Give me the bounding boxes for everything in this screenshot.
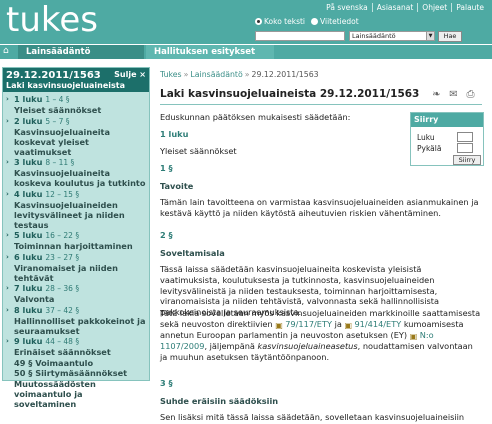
chevron-down-icon[interactable]: ▼ xyxy=(426,32,434,40)
toc-item[interactable]: › 7 luku 28 – 36 § Valvonta xyxy=(6,283,146,304)
section-2-text-2: Tätä lakia sovelletaan myös kasvinsuojel… xyxy=(160,308,481,362)
tukes-logo[interactable]: tukes xyxy=(6,0,98,40)
breadcrumb-home[interactable]: Tukes xyxy=(160,70,182,79)
tab-government-proposals[interactable]: Hallituksen esitykset xyxy=(146,45,274,59)
goto-chapter-label: Luku xyxy=(417,133,435,142)
home-icon[interactable]: ⌂ xyxy=(3,47,12,56)
toc-item[interactable]: › 5 luku 16 – 22 § Toiminnan harjoittamine… xyxy=(6,230,146,251)
link-swedish[interactable]: På svenska xyxy=(322,3,372,12)
directive-link-2[interactable]: 91/414/ETY xyxy=(354,319,401,329)
toc-item[interactable]: › 8 luku 37 – 42 § Hallinnolliset pakkokei… xyxy=(6,305,146,336)
section-1-text: Tämän lain tavoitteena on varmistaa kasv… xyxy=(160,197,479,218)
document-icon: ▣ xyxy=(275,320,283,330)
toc-item[interactable]: › 6 luku 23 – 27 § Viranomaiset ja niiden … xyxy=(6,252,146,283)
link-help[interactable]: Ohjeet xyxy=(417,3,451,12)
category-select[interactable]: Lainsäädäntö ▼ xyxy=(349,31,435,41)
goto-section-input[interactable] xyxy=(457,143,473,153)
breadcrumb: Tukes» Lainsäädäntö» 29.12.2011/1563 xyxy=(160,70,319,79)
header: tukes På svenska Asiasanat Ohjeet Palaut… xyxy=(0,0,492,44)
section-3-heading: Suhde eräisiin säädöksiin xyxy=(160,396,279,406)
section-3-text: Sen lisäksi mitä tässä laissa säädetään,… xyxy=(160,412,465,424)
sidebar-header: 29.12.2011/1563 Sulje × Laki kasvinsuoje… xyxy=(3,68,149,92)
section-1-heading: Tavoite xyxy=(160,181,194,191)
tab-legislation[interactable]: Lainsäädäntö xyxy=(18,45,144,59)
directive-link-1[interactable]: 79/117/ETY xyxy=(285,319,332,329)
radio-references-input[interactable] xyxy=(311,18,319,25)
section-2-link[interactable]: 2 § xyxy=(160,230,173,240)
title-divider xyxy=(160,104,482,105)
breadcrumb-legislation[interactable]: Lainsäädäntö xyxy=(190,70,242,79)
arrow-icon: › xyxy=(6,95,9,103)
chapter-1-link[interactable]: 1 luku xyxy=(160,129,188,139)
arrow-icon: › xyxy=(6,252,9,261)
toc-item[interactable]: › 9 luku 44 – 48 § Erinäiset säännökset xyxy=(6,336,146,357)
arrow-icon: › xyxy=(6,231,9,239)
document-tools: ❧ ✉ ⎙ xyxy=(430,88,477,101)
goto-box: Siirry Luku Pykälä Siirry xyxy=(410,112,484,166)
goto-chapter-input[interactable] xyxy=(457,132,473,142)
section-3-link[interactable]: 3 § xyxy=(160,378,173,388)
page-title: Laki kasvinsuojeluaineista 29.12.2011/15… xyxy=(160,88,420,100)
radio-full-text[interactable]: Koko teksti xyxy=(255,17,305,26)
toc-item[interactable]: › 1 luku 1 – 4 § Yleiset säännökset xyxy=(6,94,146,115)
toc-sidebar: 29.12.2011/1563 Sulje × Laki kasvinsuoje… xyxy=(2,67,150,409)
toc-item[interactable]: Muutossäädösten voimaantulo ja soveltami… xyxy=(8,379,146,409)
toc-item[interactable]: 50 § Siirtymäsäännökset xyxy=(8,368,146,378)
chapter-1-title: Yleiset säännökset xyxy=(160,146,237,156)
radio-full-text-input[interactable] xyxy=(255,18,262,25)
radio-references[interactable]: Viitetiedot xyxy=(311,17,359,26)
goto-title: Siirry xyxy=(411,113,483,127)
link-keywords[interactable]: Asiasanat xyxy=(371,3,418,12)
arrow-icon: › xyxy=(6,158,9,166)
arrow-icon: › xyxy=(6,116,9,125)
goto-section-label: Pykälä xyxy=(417,144,442,153)
toc-list: › 1 luku 1 – 4 § Yleiset säännökset › 2 luk… xyxy=(3,92,149,409)
breadcrumb-current: 29.12.2011/1563 xyxy=(251,70,319,79)
section-2-heading: Soveltamisala xyxy=(160,248,225,258)
top-links: På svenska Asiasanat Ohjeet Palaute xyxy=(322,3,488,12)
toc-item[interactable]: › 3 luku 8 – 11 § Kasvinsuojeluaineita kos… xyxy=(6,157,146,188)
search-scope: Koko teksti Viitetiedot xyxy=(255,17,359,26)
toc-item[interactable]: › 4 luku 12 – 15 § Kasvinsuojeluaineiden l… xyxy=(6,189,146,230)
goto-button[interactable]: Siirry xyxy=(453,155,481,165)
email-icon[interactable]: ✉ xyxy=(447,88,460,101)
intro-text: Eduskunnan päätöksen mukaisesti säädetää… xyxy=(160,112,351,122)
arrow-icon: › xyxy=(6,284,9,292)
arrow-icon: › xyxy=(6,337,9,345)
link-feedback[interactable]: Palaute xyxy=(451,3,488,12)
main-nav: ⌂ Lainsäädäntö Hallituksen esitykset xyxy=(0,44,492,59)
section-1-link[interactable]: 1 § xyxy=(160,163,173,173)
search-input[interactable] xyxy=(255,31,345,41)
close-button[interactable]: Sulje × xyxy=(114,70,146,79)
search-button[interactable]: Hae xyxy=(438,31,462,42)
document-icon[interactable]: ❧ xyxy=(430,88,443,101)
arrow-icon: › xyxy=(6,305,9,314)
toc-item[interactable]: 49 § Voimaantulo xyxy=(8,358,146,368)
document-icon: ▣ xyxy=(344,320,353,330)
printer-icon[interactable]: ⎙ xyxy=(464,88,477,101)
toc-item[interactable]: › 2 luku 5 – 7 § Kasvinsuojeluaineita kosk… xyxy=(6,116,146,157)
arrow-icon: › xyxy=(6,189,9,198)
sidebar-law-name: Laki kasvinsuojeluaineista xyxy=(6,81,126,90)
document-icon: ▣ xyxy=(409,331,418,341)
